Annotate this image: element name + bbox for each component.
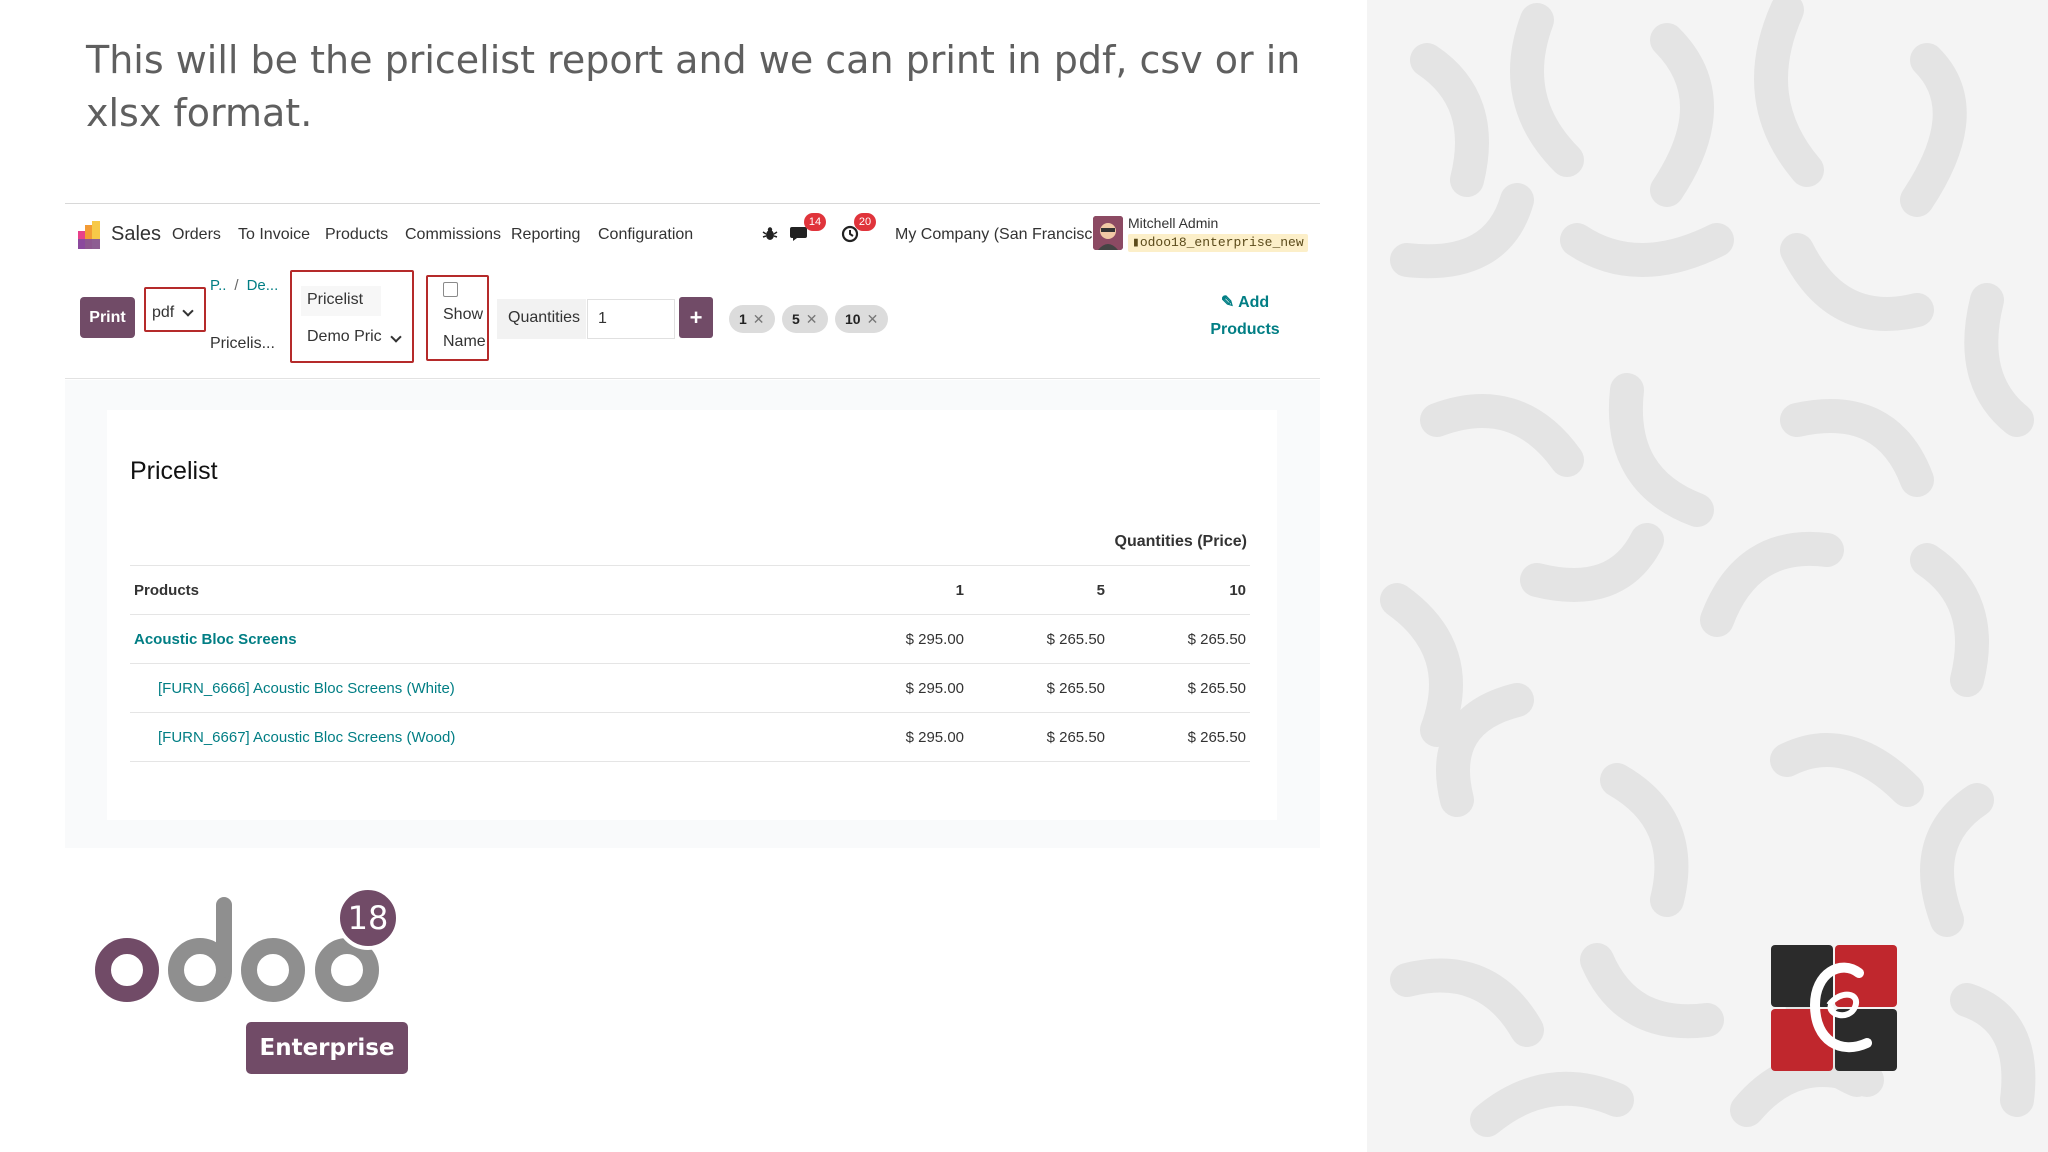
report-page: Pricelist Quantities (Price) Products 1 … [107,410,1277,820]
report-preview: Pricelist Quantities (Price) Products 1 … [65,380,1320,848]
database-name: ▮odoo18_enterprise_new [1128,234,1308,252]
menu-products[interactable]: Products [325,226,388,244]
quantity-input[interactable]: 1 [587,299,675,339]
top-navbar: Sales Orders To Invoice Products Commiss… [65,203,1320,265]
app-name[interactable]: Sales [111,223,161,246]
user-avatar[interactable] [1093,216,1123,250]
chevron-down-icon [390,331,402,343]
control-panel: Print pdf P.. / De... Pricelis... Pricelis… [65,265,1320,379]
remove-chip-icon[interactable]: ✕ [806,311,818,328]
activity-badge: 20 [854,213,876,231]
breadcrumb: P.. / De... [210,277,279,294]
company-switcher[interactable]: My Company (San Francisco) [895,226,1107,244]
slide-caption: This will be the pricelist report and we… [86,38,1301,135]
product-link[interactable]: Acoustic Bloc Screens [130,614,827,664]
price-cell: $ 265.50 [1109,663,1250,713]
debug-bug-icon[interactable] [757,221,783,247]
menu-to-invoice[interactable]: To Invoice [238,226,310,244]
report-title: Pricelist [130,457,218,485]
chip-label: 5 [792,311,800,327]
company-logo [1771,945,1897,1071]
remove-chip-icon[interactable]: ✕ [867,311,879,328]
menu-orders[interactable]: Orders [172,226,221,244]
format-select[interactable]: pdf [146,291,204,335]
page-title: Pricelis... [210,335,275,352]
column-header: 10 [1109,565,1250,615]
price-cell: $ 265.50 [1109,614,1250,664]
price-cell: $ 295.00 [827,663,968,713]
pricelist-select-value: Demo Pric [307,328,382,345]
pricelist-select[interactable]: Demo Pric [301,323,409,353]
chip-label: 1 [739,311,747,327]
menu-reporting[interactable]: Reporting [511,226,580,244]
pricelist-table: Products 1 5 10 Acoustic Bloc Screens $ … [130,565,1250,762]
breadcrumb-item[interactable]: De... [247,277,279,294]
column-header: 1 [827,565,968,615]
print-button[interactable]: Print [80,297,135,338]
column-header: 5 [968,565,1109,615]
price-cell: $ 265.50 [1109,712,1250,762]
price-cell: $ 265.50 [968,663,1109,713]
remove-chip-icon[interactable]: ✕ [753,311,765,328]
column-header: Products [130,565,827,615]
variant-link[interactable]: [FURN_6667] Acoustic Bloc Screens (Wood) [130,712,827,762]
quantities-label: Quantities [497,299,586,339]
screenshot-frame: Sales Orders To Invoice Products Commiss… [65,203,1320,848]
price-cell: $ 295.00 [827,614,968,664]
sales-app-icon[interactable] [78,221,100,249]
table-row: Acoustic Bloc Screens $ 295.00 $ 265.50 … [130,614,1250,664]
price-cell: $ 295.00 [827,712,968,762]
show-name-label: Show Name [443,306,486,350]
format-select-value: pdf [152,304,175,321]
chip-label: 10 [845,311,861,327]
quantity-chip: 5 ✕ [782,305,828,333]
table-row: [FURN_6666] Acoustic Bloc Screens (White… [130,663,1250,713]
chat-badge: 14 [804,213,826,231]
decorative-pattern [1367,0,2048,1152]
quantity-chip: 1 ✕ [729,305,775,333]
table-row: [FURN_6667] Acoustic Bloc Screens (Wood)… [130,712,1250,762]
quantity-chip: 10 ✕ [835,305,889,333]
quantities-header: Quantities (Price) [1114,533,1247,550]
breadcrumb-item[interactable]: P.. [210,277,226,294]
menu-commissions[interactable]: Commissions [405,226,501,244]
price-cell: $ 265.50 [968,712,1109,762]
enterprise-label: Enterprise [246,1022,408,1074]
price-cell: $ 265.50 [968,614,1109,664]
add-products-button[interactable]: ✎ Add Products [1200,289,1290,343]
pencil-icon: ✎ [1220,294,1235,311]
pricelist-label: Pricelist [301,286,381,316]
show-name-checkbox[interactable] [443,282,458,297]
database-name-text: odoo18_enterprise_new [1139,235,1304,250]
add-quantity-button[interactable]: + [679,297,713,338]
user-name[interactable]: Mitchell Admin [1128,215,1218,231]
chevron-down-icon [182,305,194,317]
table-header-row: Products 1 5 10 [130,565,1250,615]
odoo-version: 18 [348,899,389,937]
menu-configuration[interactable]: Configuration [598,226,693,244]
variant-link[interactable]: [FURN_6666] Acoustic Bloc Screens (White… [130,663,827,713]
